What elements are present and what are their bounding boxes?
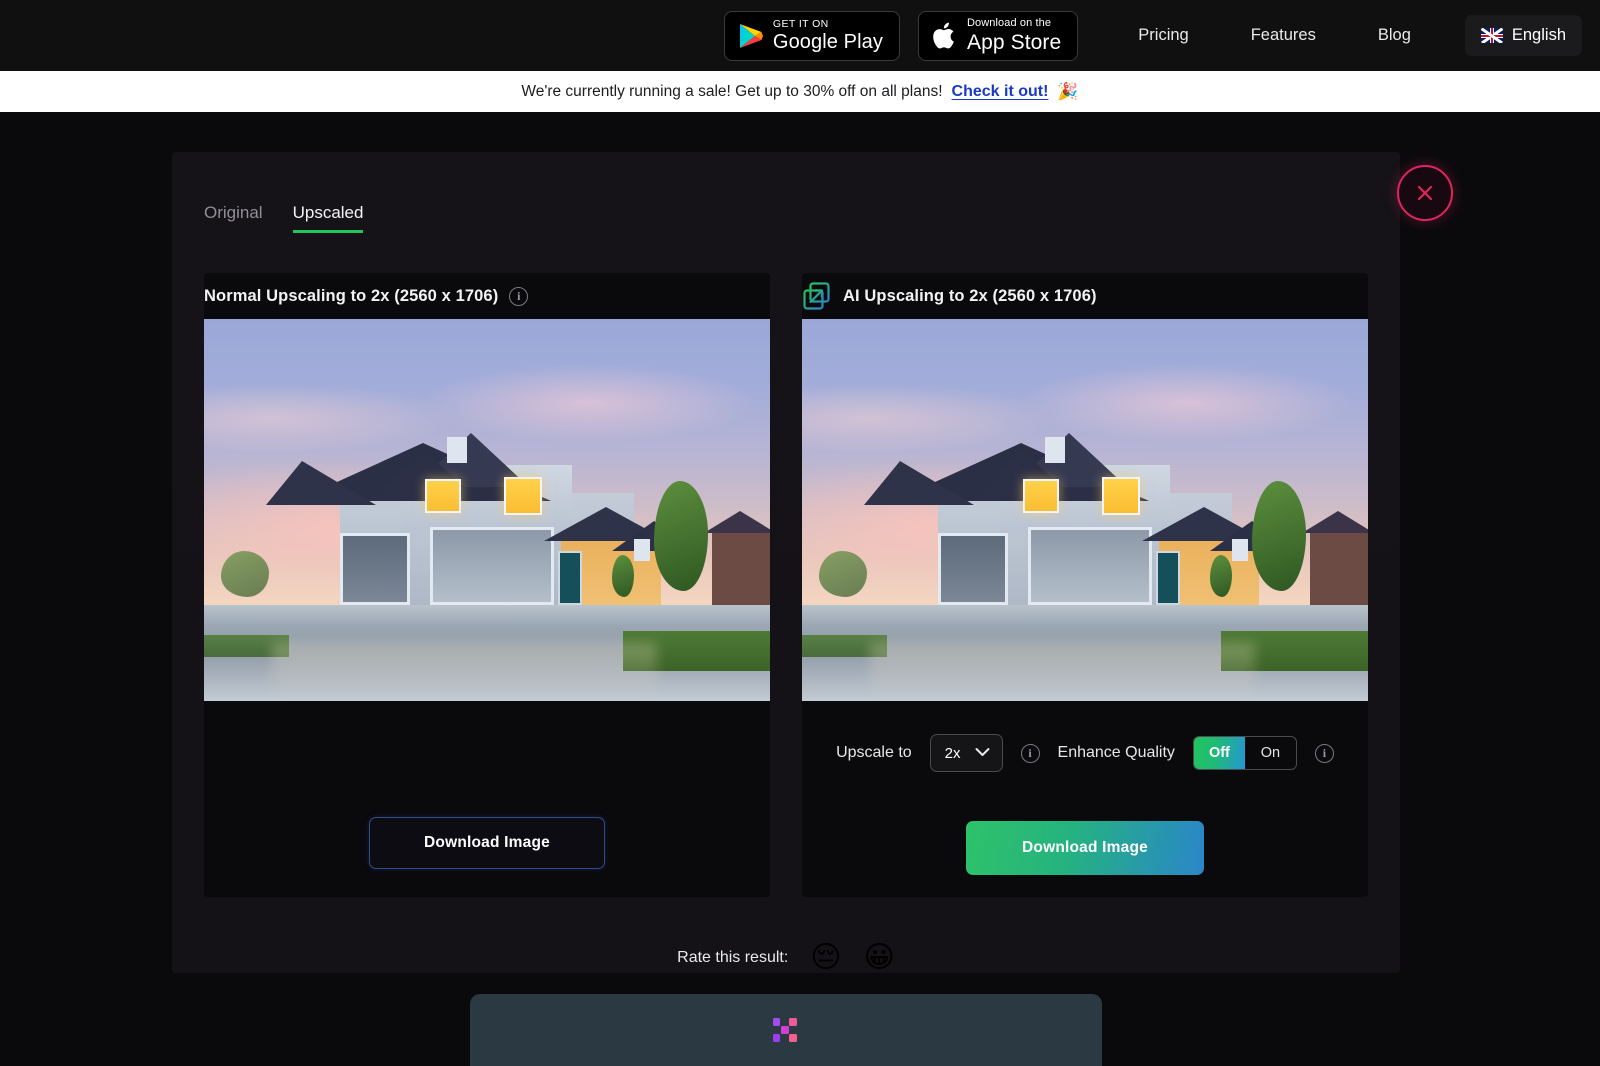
normal-download-row: Download Image [204, 817, 770, 869]
chevron-down-icon [975, 744, 990, 762]
google-play-big-text: Google Play [772, 31, 883, 54]
rate-positive-button[interactable]: 😀 [864, 943, 895, 973]
rate-result-label: Rate this result: [677, 949, 789, 966]
nav-link-features[interactable]: Features [1231, 16, 1336, 55]
comparison-columns: Normal Upscaling to 2x (2560 x 1706) i D… [204, 273, 1368, 897]
normal-upscaling-header: Normal Upscaling to 2x (2560 x 1706) i [204, 273, 770, 319]
ai-upscaling-card: AI Upscaling to 2x (2560 x 1706) Upscale… [802, 273, 1368, 897]
ai-upscale-icon [802, 281, 832, 311]
google-play-small-text: GET IT ON [772, 17, 829, 30]
bottom-widget-panel[interactable] [470, 994, 1102, 1066]
uk-flag-icon [1480, 28, 1503, 43]
enhance-quality-off-option[interactable]: Off [1193, 737, 1245, 769]
page-body: Original Upscaled Normal Upscaling to 2x… [0, 112, 1600, 1066]
download-image-button-normal[interactable]: Download Image [369, 817, 605, 869]
download-image-button-ai[interactable]: Download Image [966, 821, 1204, 875]
app-store-badge[interactable]: Download on the App Store [917, 10, 1079, 61]
enhance-quality-on-option[interactable]: On [1245, 737, 1296, 769]
ai-upscaling-header: AI Upscaling to 2x (2560 x 1706) [802, 273, 1368, 319]
upscale-info-icon[interactable]: i [1020, 743, 1040, 763]
result-tabs: Original Upscaled [204, 204, 1368, 233]
pixel-logo-icon [772, 1016, 800, 1044]
upscale-to-label: Upscale to [836, 744, 912, 761]
normal-upscaling-card: Normal Upscaling to 2x (2560 x 1706) i D… [204, 273, 770, 897]
language-label: English [1511, 26, 1566, 44]
top-navigation-bar: GET IT ON Google Play Download on the Ap… [0, 0, 1600, 71]
nav-link-pricing[interactable]: Pricing [1118, 16, 1208, 55]
tab-upscaled[interactable]: Upscaled [292, 204, 364, 233]
ai-upscaling-title: AI Upscaling to 2x (2560 x 1706) [843, 286, 1097, 305]
rate-negative-button[interactable]: 😔 [810, 943, 841, 973]
rate-result-row: Rate this result: 😔 😀 [204, 943, 1368, 973]
app-store-big-text: App Store [966, 31, 1062, 54]
normal-upscaled-preview-image[interactable] [204, 319, 770, 701]
apple-icon [932, 21, 958, 51]
upscale-result-modal: Original Upscaled Normal Upscaling to 2x… [172, 152, 1453, 973]
enhance-info-icon[interactable]: i [1314, 743, 1334, 763]
ai-download-row: Download Image [802, 821, 1368, 875]
enhance-quality-label: Enhance Quality [1057, 744, 1175, 761]
upscale-factor-value: 2x [944, 744, 961, 762]
tab-original[interactable]: Original [204, 204, 263, 233]
ai-upscaled-preview-image[interactable] [802, 319, 1368, 701]
close-icon [1414, 182, 1436, 204]
close-modal-button[interactable] [1397, 165, 1453, 221]
language-selector[interactable]: English [1464, 15, 1582, 56]
normal-upscaling-title: Normal Upscaling to 2x (2560 x 1706) [204, 286, 499, 305]
sale-banner-text: We're currently running a sale! Get up t… [521, 82, 943, 100]
upscale-factor-select[interactable]: 2x [929, 734, 1003, 772]
party-popper-icon: 🎉 [1057, 81, 1079, 101]
enhance-quality-toggle[interactable]: Off On [1192, 736, 1297, 770]
ai-controls-row: Upscale to 2x i Enhance Quality Off On i [802, 729, 1368, 777]
info-icon[interactable]: i [509, 286, 529, 306]
sale-banner: We're currently running a sale! Get up t… [0, 71, 1600, 112]
google-play-icon [738, 22, 764, 50]
google-play-badge[interactable]: GET IT ON Google Play [723, 10, 900, 61]
app-store-small-text: Download on the [966, 17, 1052, 29]
nav-link-blog[interactable]: Blog [1358, 16, 1431, 55]
sale-banner-link[interactable]: Check it out! [952, 83, 1049, 101]
